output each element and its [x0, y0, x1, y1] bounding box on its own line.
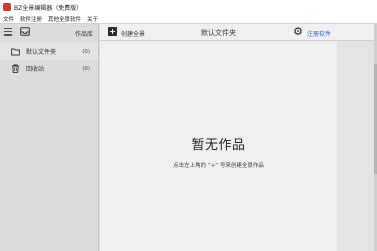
- sidebar-item-recycle-bin[interactable]: 回收站 (0): [0, 60, 98, 77]
- window-title: BZ全景编辑器（免费版）: [14, 4, 83, 12]
- inbox-icon[interactable]: [20, 27, 30, 36]
- item-count: (0): [82, 65, 90, 72]
- sidebar-item-label: 回收站: [26, 66, 45, 73]
- empty-state: 暂无作品 点击左上角的 “+” 号来创建全景作品: [100, 134, 337, 169]
- right-toolbar: ⚙ 注册软件: [293, 24, 377, 41]
- sidebar-item-label: 默认文件夹: [26, 49, 57, 56]
- title-bar: BZ全景编辑器（免费版）: [0, 0, 377, 14]
- folder-icon: [11, 48, 20, 56]
- sidebar-header: 作品库: [0, 24, 98, 41]
- gear-icon[interactable]: ⚙: [292, 26, 304, 38]
- sidebar-item-default-folder[interactable]: 默认文件夹 (0): [0, 43, 98, 60]
- menu-other-software[interactable]: 其他全景软件: [45, 15, 84, 23]
- right-panel: ⚙ 注册软件: [293, 24, 377, 251]
- empty-hint: 点击左上角的 “+” 号来创建全景作品: [173, 163, 264, 169]
- trash-icon: [12, 64, 19, 73]
- empty-title: 暂无作品: [191, 138, 246, 153]
- item-count: (0): [82, 48, 90, 55]
- register-link[interactable]: 注册软件: [307, 29, 331, 38]
- menu-about[interactable]: 关于: [84, 15, 101, 23]
- folder-list: 默认文件夹 (0) 回收站 (0): [0, 43, 98, 77]
- sidebar: 作品库 默认文件夹 (0) 回收站 (0): [0, 24, 99, 251]
- sidebar-title: 作品库: [74, 31, 93, 38]
- menu-file[interactable]: 文件: [0, 15, 17, 23]
- main-panel: + 创建全景 默认文件夹 暂无作品 点击左上角的 “+” 号来创建全景作品: [100, 24, 337, 251]
- menu-register[interactable]: 软件注册: [17, 15, 45, 23]
- menu-bar: 文件 软件注册 其他全景软件 关于: [0, 14, 377, 24]
- hamburger-menu-icon[interactable]: [4, 28, 12, 36]
- app-logo-icon: [3, 3, 11, 11]
- app-window: BZ全景编辑器（免费版） 文件 软件注册 其他全景软件 关于 作品库 默认文件夹…: [0, 0, 377, 251]
